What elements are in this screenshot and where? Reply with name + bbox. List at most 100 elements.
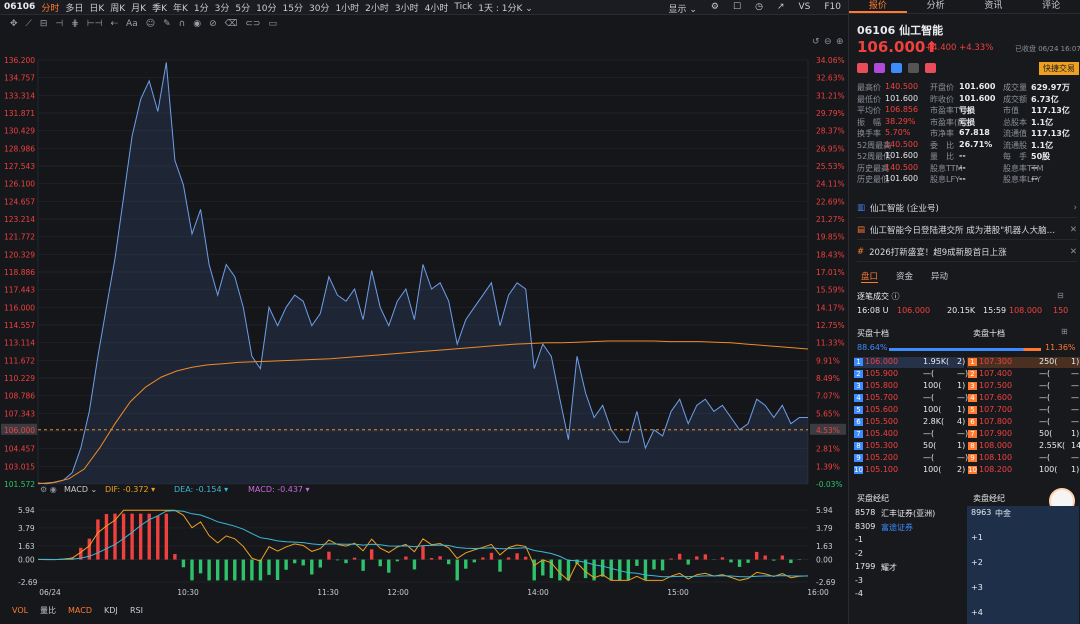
indicator-tab-macd[interactable]: MACD (68, 606, 92, 615)
broker-name[interactable]: 汇丰证券(亚洲) (881, 508, 935, 519)
f10-button[interactable]: F10 (821, 2, 844, 15)
sub-tab-2[interactable]: 异动 (931, 270, 948, 283)
ask-price[interactable]: 107.700 (979, 405, 1012, 414)
expand-icon[interactable]: ⊟ (1057, 291, 1064, 300)
share-icon[interactable]: ↗ (774, 2, 788, 15)
line-tool-icon[interactable]: ⟋ (26, 19, 32, 29)
bid-price[interactable]: 105.900 (865, 369, 898, 378)
period-tab-13[interactable]: 1小时 (332, 1, 362, 14)
period-tab-6[interactable]: 年K (170, 1, 191, 14)
reset-icon[interactable]: ↺ (812, 37, 820, 47)
period-tab-14[interactable]: 2小时 (362, 1, 392, 14)
panel-tab-0[interactable]: 报价 (849, 0, 907, 13)
checkbox-icon[interactable]: ☐ (730, 2, 744, 15)
ask-price[interactable]: 107.600 (979, 393, 1012, 402)
period-tab-5[interactable]: 季K (149, 1, 170, 14)
news-item[interactable]: #2026打新盛宴！超9成新股首日上涨 ✕ (857, 242, 1077, 262)
crosshair-icon[interactable]: ✥ (10, 19, 18, 29)
panel-tab-3[interactable]: 评论 (1022, 0, 1080, 13)
ask-price[interactable]: 108.200 (979, 465, 1012, 474)
period-tab-2[interactable]: 日K (86, 1, 107, 14)
badge-icon-2[interactable] (891, 63, 902, 73)
close-icon[interactable]: ✕ (1070, 225, 1077, 235)
link-icon[interactable]: ⊂⊃ (245, 19, 260, 29)
indicator-tab-量比[interactable]: 量比 (40, 605, 56, 615)
news-item[interactable]: ▥ 仙工智能 (企业号) › (857, 198, 1077, 218)
period-tab-10[interactable]: 10分 (253, 1, 279, 14)
period-tab-4[interactable]: 月K (128, 1, 149, 14)
bid-price[interactable]: 105.600 (865, 405, 898, 414)
delete-icon[interactable]: ⌫ (225, 19, 238, 29)
bid-price[interactable]: 105.100 (865, 465, 898, 474)
indicator-tab-kdj[interactable]: KDJ (104, 606, 118, 615)
indicator-tab-vol[interactable]: VOL (12, 606, 29, 615)
ask-price[interactable]: 107.300 (979, 357, 1012, 366)
period-tab-8[interactable]: 3分 (212, 1, 233, 14)
bid-price[interactable]: 105.700 (865, 393, 898, 402)
bid-price[interactable]: 105.500 (865, 417, 898, 426)
ask-price[interactable]: 107.800 (979, 417, 1012, 426)
period-tab-18[interactable]: 1天 : 1分K ⌄ (475, 1, 536, 14)
arrow-tool-icon[interactable]: ⇠ (110, 19, 118, 29)
lock-icon[interactable]: ⊘ (209, 19, 217, 29)
zoom-out-icon[interactable]: ⊖ (824, 37, 832, 47)
emoji-tool-icon[interactable]: ☺ (146, 19, 155, 29)
ask-broker-bg (967, 506, 1079, 624)
ray-tool-icon[interactable]: ⊣ (55, 19, 63, 29)
ask-price[interactable]: 108.000 (979, 441, 1012, 450)
period-tab-9[interactable]: 5分 (232, 1, 253, 14)
badge-icon-3[interactable] (908, 63, 919, 73)
bid-price[interactable]: 105.800 (865, 381, 898, 390)
period-tab-1[interactable]: 多日 (62, 1, 86, 14)
indicator-tab-rsi[interactable]: RSI (130, 606, 143, 615)
eye-icon[interactable]: ◉ (193, 19, 201, 29)
text-tool-icon[interactable]: Aa (126, 19, 138, 29)
sub-tab-0[interactable]: 盘口 (861, 270, 879, 283)
bid-price[interactable]: 105.300 (865, 441, 898, 450)
period-tab-3[interactable]: 周K (107, 1, 128, 14)
news-item[interactable]: ▤ 仙工智能今日登陆港交所 成为港股"机器人大脑第... ✕ (857, 220, 1077, 240)
period-tab-0[interactable]: 分时 (38, 1, 62, 14)
bid-volume: —( (923, 369, 935, 378)
period-tab-17[interactable]: Tick (451, 2, 475, 12)
period-tab-15[interactable]: 3小时 (392, 1, 422, 14)
bid-price[interactable]: 105.200 (865, 453, 898, 462)
magnet-icon[interactable]: ∩ (179, 19, 186, 29)
close-icon[interactable]: ✕ (1070, 247, 1077, 257)
badge-icon-1[interactable] (874, 63, 885, 73)
layers-icon[interactable]: ▭ (268, 19, 277, 29)
macd-settings-icon[interactable]: ⚙ ◉ (40, 485, 57, 494)
ask-price[interactable]: 107.500 (979, 381, 1012, 390)
ask-price[interactable]: 107.900 (979, 429, 1012, 438)
period-tab-11[interactable]: 15分 (280, 1, 306, 14)
settings-icon[interactable]: ⚙ (708, 2, 722, 15)
display-menu[interactable]: 显示 ⌄ (666, 2, 700, 15)
quick-trade-button[interactable]: 快捷交易 (1039, 62, 1079, 75)
period-tab-12[interactable]: 30分 (306, 1, 332, 14)
broker-name[interactable]: 富途证券 (881, 522, 913, 533)
hline-tool-icon[interactable]: ⊟ (40, 19, 48, 29)
chart-area[interactable]: 136.200 34.06% 134.757 32.63% 133.314 31.21% 1… (0, 32, 848, 624)
ask-price[interactable]: 108.100 (979, 453, 1012, 462)
bid-price[interactable]: 106.000 (865, 357, 898, 366)
measure-tool-icon[interactable]: ⊢⊣ (87, 19, 103, 29)
broker-name[interactable]: 耀才 (881, 562, 897, 573)
sub-tab-1[interactable]: 资金 (896, 270, 913, 283)
period-tab-7[interactable]: 1分 (191, 1, 212, 14)
pen-tool-icon[interactable]: ✎ (163, 19, 171, 29)
broker-name[interactable]: 中金 (995, 508, 1011, 519)
panel-tab-2[interactable]: 资讯 (965, 0, 1023, 13)
orderbook-settings-icon[interactable]: ⊞ (1061, 327, 1068, 336)
channel-tool-icon[interactable]: ⋕ (71, 19, 79, 29)
badge-icon-0[interactable] (857, 63, 868, 73)
panel-tab-1[interactable]: 分析 (907, 0, 965, 13)
bid-price[interactable]: 105.400 (865, 429, 898, 438)
vs-button[interactable]: VS (795, 2, 813, 15)
chevron-right-icon[interactable]: › (1074, 203, 1077, 213)
camera-icon[interactable]: ◷ (752, 2, 766, 15)
badge-icon-4[interactable] (925, 63, 936, 73)
period-tab-16[interactable]: 4小时 (422, 1, 452, 14)
ask-price[interactable]: 107.400 (979, 369, 1012, 378)
broker-id: +3 (971, 583, 983, 592)
zoom-in-icon[interactable]: ⊕ (836, 37, 844, 47)
